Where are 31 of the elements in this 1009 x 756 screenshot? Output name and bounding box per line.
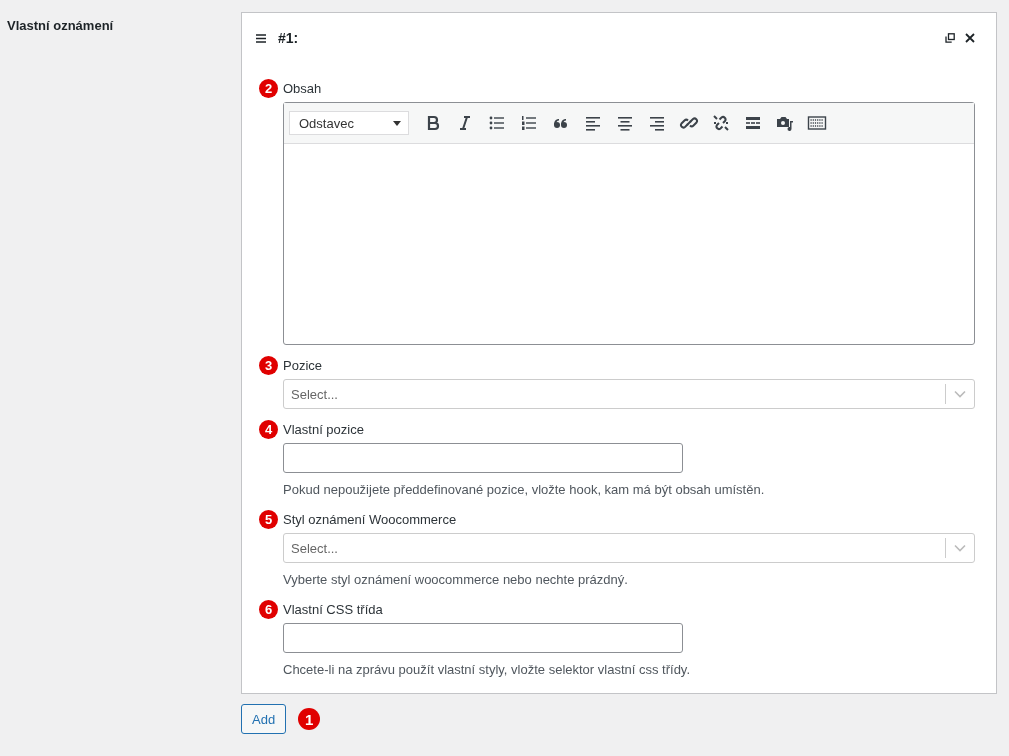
keyboard-icon[interactable]: [807, 113, 827, 133]
caret-icon: [393, 120, 401, 126]
panel-title: #1:: [278, 30, 299, 46]
chevron-down-icon: [954, 544, 966, 552]
section-label: Vlastní oznámení: [7, 18, 114, 33]
help-text: Vyberte styl oznámení woocommerce nebo nechte prázdný.: [283, 572, 628, 587]
field-label: Vlastní CSS třída: [283, 601, 383, 617]
format-dropdown[interactable]: Odstavec: [289, 111, 409, 135]
step-badge: 2: [259, 78, 278, 98]
unlink-icon[interactable]: [711, 113, 731, 133]
field-label: Vlastní pozice: [283, 421, 364, 437]
help-text: Chcete-li na zprávu použít vlastní styly, vložte selektor vlastní css třídy.: [283, 662, 690, 677]
field-label: Styl oznámení Woocommerce: [283, 511, 457, 527]
step-badge: 5: [259, 509, 278, 529]
menu-icon[interactable]: [256, 33, 266, 43]
field-label: Obsah: [283, 80, 322, 96]
step-badge: 1: [298, 708, 321, 730]
text-input[interactable]: [283, 443, 683, 473]
select-dropdown[interactable]: Select...: [283, 533, 975, 563]
step-badge: 3: [259, 355, 278, 375]
chevron-down-icon: [954, 390, 966, 398]
text-input[interactable]: [283, 623, 683, 653]
field-label: Pozice: [283, 357, 323, 373]
step-badge: 4: [259, 419, 278, 439]
select-dropdown[interactable]: Select...: [283, 379, 975, 409]
duplicate-icon[interactable]: [945, 33, 955, 43]
help-text: Pokud nepoužijete předdefinované pozice, vložte hook, kam má být obsah umístěn.: [283, 482, 765, 497]
numbered-list-icon[interactable]: [519, 113, 539, 133]
close-icon[interactable]: [965, 33, 975, 43]
step-badge: 6: [259, 599, 278, 619]
add-button[interactable]: Add: [241, 704, 287, 734]
